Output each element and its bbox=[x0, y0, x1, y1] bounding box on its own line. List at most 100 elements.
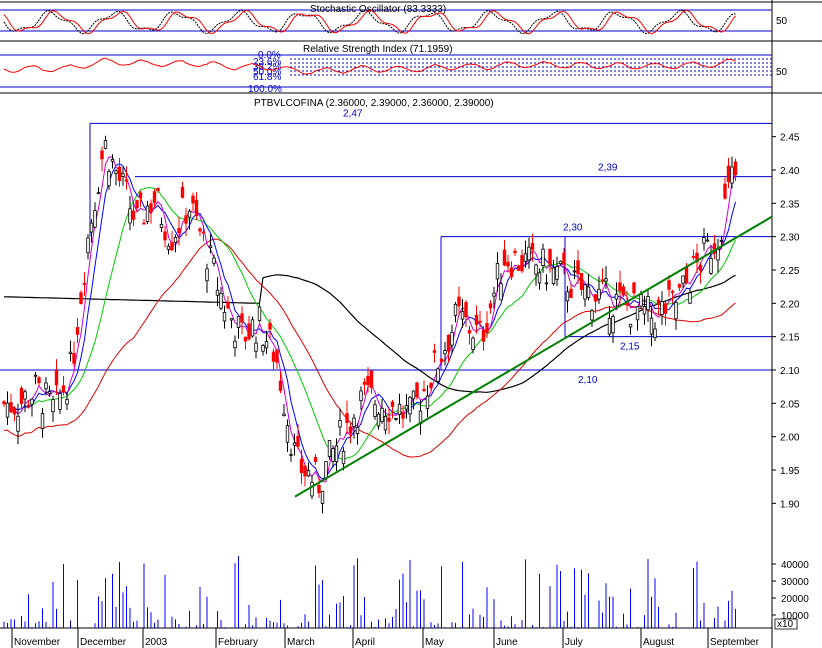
candle-body bbox=[397, 403, 402, 415]
candle-body bbox=[142, 222, 146, 225]
candle-body bbox=[184, 215, 188, 224]
candle-body bbox=[306, 470, 311, 477]
candle-body bbox=[215, 289, 220, 296]
candle-body bbox=[723, 183, 727, 199]
instrument-label: PTBVLCOFINA (2.36000, 2.39000, 2.36000, … bbox=[254, 98, 494, 109]
candle-body bbox=[54, 370, 59, 386]
candle-body bbox=[520, 255, 524, 272]
candle-body bbox=[642, 306, 647, 315]
candle-body bbox=[222, 312, 227, 322]
candle-body bbox=[114, 170, 118, 174]
candle-body bbox=[173, 237, 178, 243]
candle-body bbox=[275, 349, 279, 363]
candle-body bbox=[422, 389, 426, 392]
candle-body bbox=[646, 296, 650, 311]
candle-body bbox=[226, 302, 230, 309]
candle-body bbox=[597, 288, 601, 300]
volume-bars bbox=[3, 556, 736, 628]
candle-body bbox=[327, 440, 332, 457]
candle-body bbox=[369, 370, 374, 388]
volume-tick-label: 30000 bbox=[781, 577, 809, 588]
candle-body bbox=[404, 405, 409, 410]
candle-body bbox=[285, 425, 290, 443]
candle-body bbox=[9, 402, 13, 413]
candle-body bbox=[65, 399, 69, 405]
candle-body bbox=[457, 296, 461, 307]
candle-body bbox=[205, 268, 209, 282]
stochastic-line bbox=[3, 9, 736, 35]
candle-body bbox=[541, 248, 545, 267]
candle-body bbox=[187, 210, 192, 218]
candle-body bbox=[674, 301, 678, 320]
price-tick-label: 2.20 bbox=[780, 299, 800, 310]
candle-body bbox=[667, 280, 671, 290]
ma-green-line bbox=[3, 187, 736, 461]
candle-body bbox=[572, 270, 577, 273]
candle-body bbox=[89, 222, 94, 233]
candle-body bbox=[656, 299, 661, 305]
candle-body bbox=[660, 301, 664, 315]
candle-body bbox=[726, 165, 731, 183]
candle-body bbox=[492, 292, 496, 297]
candle-body bbox=[509, 267, 514, 278]
level-label: 2,47 bbox=[343, 108, 363, 119]
price-axis: 2.45 2.40 2.35 2.30 2.25 2.20 2.15 2.10 2.05 2.00… bbox=[772, 133, 800, 510]
candle-body bbox=[380, 407, 384, 422]
price-tick-label: 2.00 bbox=[780, 433, 800, 444]
candle-body bbox=[702, 237, 706, 244]
candle-body bbox=[628, 323, 633, 328]
candle-body bbox=[523, 253, 528, 262]
candle-body bbox=[40, 413, 45, 430]
candle-body bbox=[334, 445, 339, 463]
candle-body bbox=[611, 316, 615, 334]
candle-body bbox=[348, 426, 353, 434]
price-tick-label: 2.05 bbox=[780, 399, 800, 410]
candle-body bbox=[82, 282, 87, 285]
candle-body bbox=[429, 383, 433, 388]
price-tick-label: 2.10 bbox=[780, 366, 800, 377]
level-label: 2,39 bbox=[598, 163, 618, 174]
candle-body bbox=[425, 395, 430, 409]
candle-body bbox=[513, 250, 517, 254]
candle-body bbox=[317, 484, 321, 494]
candle-body bbox=[383, 416, 388, 431]
candle-body bbox=[649, 317, 654, 335]
candle-body bbox=[303, 465, 307, 477]
price-tick-label: 2.45 bbox=[780, 133, 800, 144]
candle-body bbox=[443, 350, 447, 355]
candle-body bbox=[271, 351, 276, 362]
candle-body bbox=[320, 490, 325, 504]
candle-body bbox=[614, 293, 619, 300]
candle-body bbox=[191, 195, 195, 204]
candle-body bbox=[100, 150, 104, 160]
candle-body bbox=[128, 208, 132, 224]
candle-body bbox=[103, 140, 108, 149]
candle-body bbox=[600, 279, 605, 282]
candle-body bbox=[338, 420, 342, 428]
candle-body bbox=[170, 242, 174, 251]
candle-body bbox=[75, 327, 80, 335]
candle-body bbox=[639, 294, 643, 307]
candle-body bbox=[474, 314, 479, 325]
candle-body bbox=[488, 303, 493, 309]
volume-axis: 40000300002000010000 bbox=[772, 560, 809, 622]
candle-body bbox=[124, 179, 129, 182]
candle-body bbox=[632, 282, 636, 294]
rsi-fib-100: 100.0% bbox=[248, 84, 282, 95]
candle-body bbox=[296, 435, 300, 447]
candle-body bbox=[373, 404, 377, 417]
candle-body bbox=[621, 286, 626, 296]
candle-body bbox=[2, 401, 6, 405]
candle-body bbox=[716, 248, 720, 261]
candle-body bbox=[12, 407, 17, 415]
level-label: 2,10 bbox=[578, 375, 598, 386]
candle-body bbox=[152, 191, 157, 203]
candle-body bbox=[495, 262, 500, 280]
candle-body bbox=[292, 442, 297, 446]
x-tick-label: June bbox=[496, 637, 518, 648]
price-tick-label: 1.90 bbox=[780, 499, 800, 510]
candle-body bbox=[408, 396, 412, 415]
candlesticks bbox=[2, 135, 738, 514]
candle-body bbox=[166, 245, 171, 250]
candle-body bbox=[394, 418, 398, 420]
